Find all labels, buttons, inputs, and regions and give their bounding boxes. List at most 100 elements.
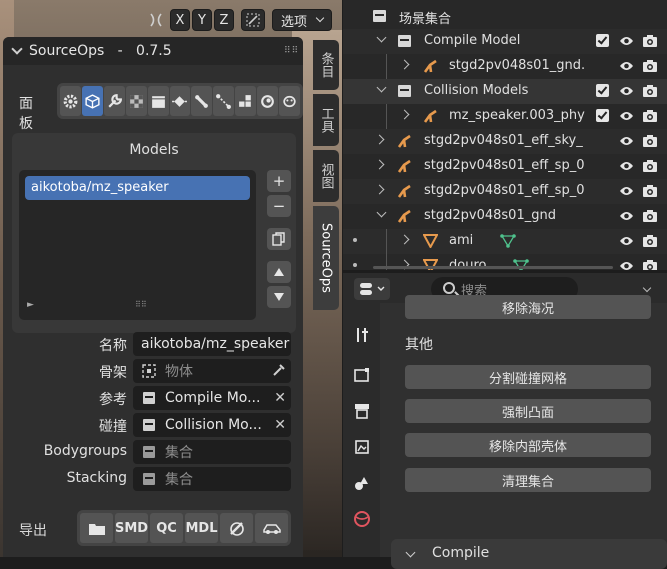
close-icon[interactable]: ✕ bbox=[274, 390, 286, 406]
camera-icon[interactable] bbox=[642, 84, 658, 98]
reference-field[interactable]: Compile Mo... ✕ bbox=[133, 386, 291, 410]
top-action-button[interactable]: 移除海况 bbox=[405, 295, 651, 319]
settings-gear-icon[interactable] bbox=[60, 86, 81, 116]
chevron-down-icon[interactable] bbox=[642, 283, 652, 293]
remove-inner-shells-button[interactable]: 移除内部壳体 bbox=[405, 433, 651, 457]
eye-icon[interactable] bbox=[619, 235, 634, 247]
outliner-row-compile-model[interactable]: Compile Model bbox=[343, 29, 667, 54]
chevron-down-icon[interactable] bbox=[376, 207, 387, 218]
vehicle-icon[interactable] bbox=[255, 513, 288, 543]
remove-model-button[interactable]: − bbox=[267, 195, 291, 217]
list-item[interactable]: aikotoba/mz_speaker bbox=[25, 176, 250, 200]
collision-field[interactable]: Collision Mo... ✕ bbox=[133, 413, 291, 437]
outliner-row-object[interactable]: stgd2pv048s01_eff_sp_0 bbox=[343, 154, 667, 179]
export-mdl-button[interactable]: MDL bbox=[185, 513, 218, 543]
outliner-row-object[interactable]: stgd2pv048s01_eff_sp_0 bbox=[343, 179, 667, 204]
tab-sourceops[interactable]: SourceOps bbox=[313, 206, 339, 310]
camera-icon[interactable] bbox=[642, 184, 658, 198]
camera-icon[interactable] bbox=[642, 259, 658, 270]
horizontal-scrollbar[interactable] bbox=[373, 266, 613, 269]
chevron-right-icon[interactable] bbox=[399, 59, 410, 70]
stacking-field[interactable]: 集合 bbox=[133, 467, 291, 491]
camera-icon[interactable] bbox=[642, 134, 658, 148]
close-icon[interactable]: ✕ bbox=[274, 417, 286, 433]
eye-icon[interactable] bbox=[619, 60, 634, 72]
include-checkbox[interactable] bbox=[596, 109, 609, 122]
outliner-row-object[interactable]: stgd2pv048s01_gnd. bbox=[343, 54, 667, 79]
split-collision-button[interactable]: 分割碰撞网格 bbox=[405, 365, 651, 389]
tab-view[interactable]: 视图 bbox=[313, 150, 339, 202]
world-icon[interactable] bbox=[352, 509, 372, 529]
bodygroups-field[interactable]: 集合 bbox=[133, 440, 291, 464]
checker-texture-icon[interactable] bbox=[125, 86, 147, 116]
camera-icon[interactable] bbox=[642, 59, 658, 73]
compile-section-header[interactable]: Compile bbox=[391, 539, 667, 569]
outliner-row-scene-collection[interactable]: 场景集合 bbox=[343, 4, 667, 29]
copy-icon[interactable] bbox=[267, 228, 291, 250]
bone-icon[interactable] bbox=[191, 86, 213, 116]
include-checkbox[interactable] bbox=[596, 34, 609, 47]
outliner-row-object[interactable]: stgd2pv048s01_gnd bbox=[343, 204, 667, 229]
mirror-x-button[interactable]: X bbox=[170, 9, 190, 31]
chevron-down-icon[interactable] bbox=[376, 82, 387, 93]
eye-icon[interactable] bbox=[619, 135, 634, 147]
constraint-icon[interactable] bbox=[213, 86, 235, 116]
render-icon[interactable] bbox=[352, 365, 372, 385]
move-down-icon[interactable] bbox=[267, 286, 291, 308]
eye-icon[interactable] bbox=[619, 35, 634, 47]
mirror-z-button[interactable]: Z bbox=[214, 9, 234, 31]
export-qc-button[interactable]: QC bbox=[150, 513, 183, 543]
models-list[interactable]: aikotoba/mz_speaker ► ⠿⠿ bbox=[19, 170, 256, 320]
chevron-down-icon[interactable] bbox=[11, 43, 23, 55]
eye-icon[interactable] bbox=[619, 85, 634, 97]
scene-icon[interactable] bbox=[352, 473, 372, 493]
name-field[interactable]: aikotoba/mz_speaker bbox=[133, 332, 291, 356]
chevron-right-icon[interactable] bbox=[374, 184, 385, 195]
options-dropdown[interactable]: 选项 bbox=[272, 9, 332, 31]
output-icon[interactable] bbox=[352, 401, 372, 421]
cube-icon[interactable] bbox=[81, 86, 103, 116]
camera-icon[interactable] bbox=[642, 234, 658, 248]
clean-collections-button[interactable]: 清理集合 bbox=[405, 468, 651, 492]
tab-item[interactable]: 条目 bbox=[313, 40, 339, 90]
chevron-right-icon[interactable] bbox=[399, 234, 410, 245]
drag-grip-icon[interactable]: ⠿⠿ bbox=[284, 46, 299, 56]
camera-icon[interactable] bbox=[642, 109, 658, 123]
camera-icon[interactable] bbox=[642, 159, 658, 173]
hammer-icon[interactable] bbox=[220, 513, 253, 543]
add-model-button[interactable]: + bbox=[267, 170, 291, 192]
camera-icon[interactable] bbox=[642, 34, 658, 48]
eye-icon[interactable] bbox=[619, 185, 634, 197]
grid-map-icon[interactable] bbox=[235, 86, 257, 116]
clapperboard-icon[interactable] bbox=[147, 86, 169, 116]
outliner-row-collision-models[interactable]: Collision Models bbox=[343, 79, 667, 104]
material-sphere-icon[interactable] bbox=[257, 86, 279, 116]
resize-grip-icon[interactable]: ⠿⠿ bbox=[135, 300, 147, 309]
chevron-right-icon[interactable] bbox=[399, 109, 410, 120]
diamond-keyframe-icon[interactable] bbox=[169, 86, 191, 116]
move-up-icon[interactable] bbox=[267, 261, 291, 283]
camera-icon[interactable] bbox=[642, 209, 658, 223]
wrench-icon[interactable] bbox=[103, 86, 125, 116]
eye-icon[interactable] bbox=[619, 260, 634, 270]
expand-triangle-icon[interactable]: ► bbox=[27, 300, 34, 310]
chevron-down-icon[interactable] bbox=[376, 32, 387, 43]
editor-type-button[interactable] bbox=[354, 278, 390, 300]
chevron-right-icon[interactable] bbox=[374, 159, 385, 170]
armature-field[interactable]: 物体 bbox=[133, 359, 291, 383]
outliner-row-object[interactable]: stgd2pv048s01_eff_sky_ bbox=[343, 129, 667, 154]
view-layer-icon[interactable] bbox=[352, 437, 372, 457]
eye-icon[interactable] bbox=[619, 110, 634, 122]
outliner-row-object[interactable]: ami bbox=[343, 229, 667, 254]
eye-icon[interactable] bbox=[619, 160, 634, 172]
mirror-y-button[interactable]: Y bbox=[192, 9, 212, 31]
folder-icon[interactable] bbox=[80, 513, 113, 543]
snap-icon[interactable] bbox=[241, 9, 265, 31]
mirror-icon[interactable] bbox=[145, 9, 167, 31]
include-checkbox[interactable] bbox=[596, 84, 609, 97]
outliner-row-object[interactable]: mz_speaker.003_phy bbox=[343, 104, 667, 129]
chevron-right-icon[interactable] bbox=[374, 134, 385, 145]
force-convex-button[interactable]: 强制凸面 bbox=[405, 399, 651, 423]
eyedropper-icon[interactable] bbox=[272, 363, 286, 381]
panel-header[interactable]: SourceOps - 0.7.5 ⠿⠿ bbox=[3, 37, 303, 65]
